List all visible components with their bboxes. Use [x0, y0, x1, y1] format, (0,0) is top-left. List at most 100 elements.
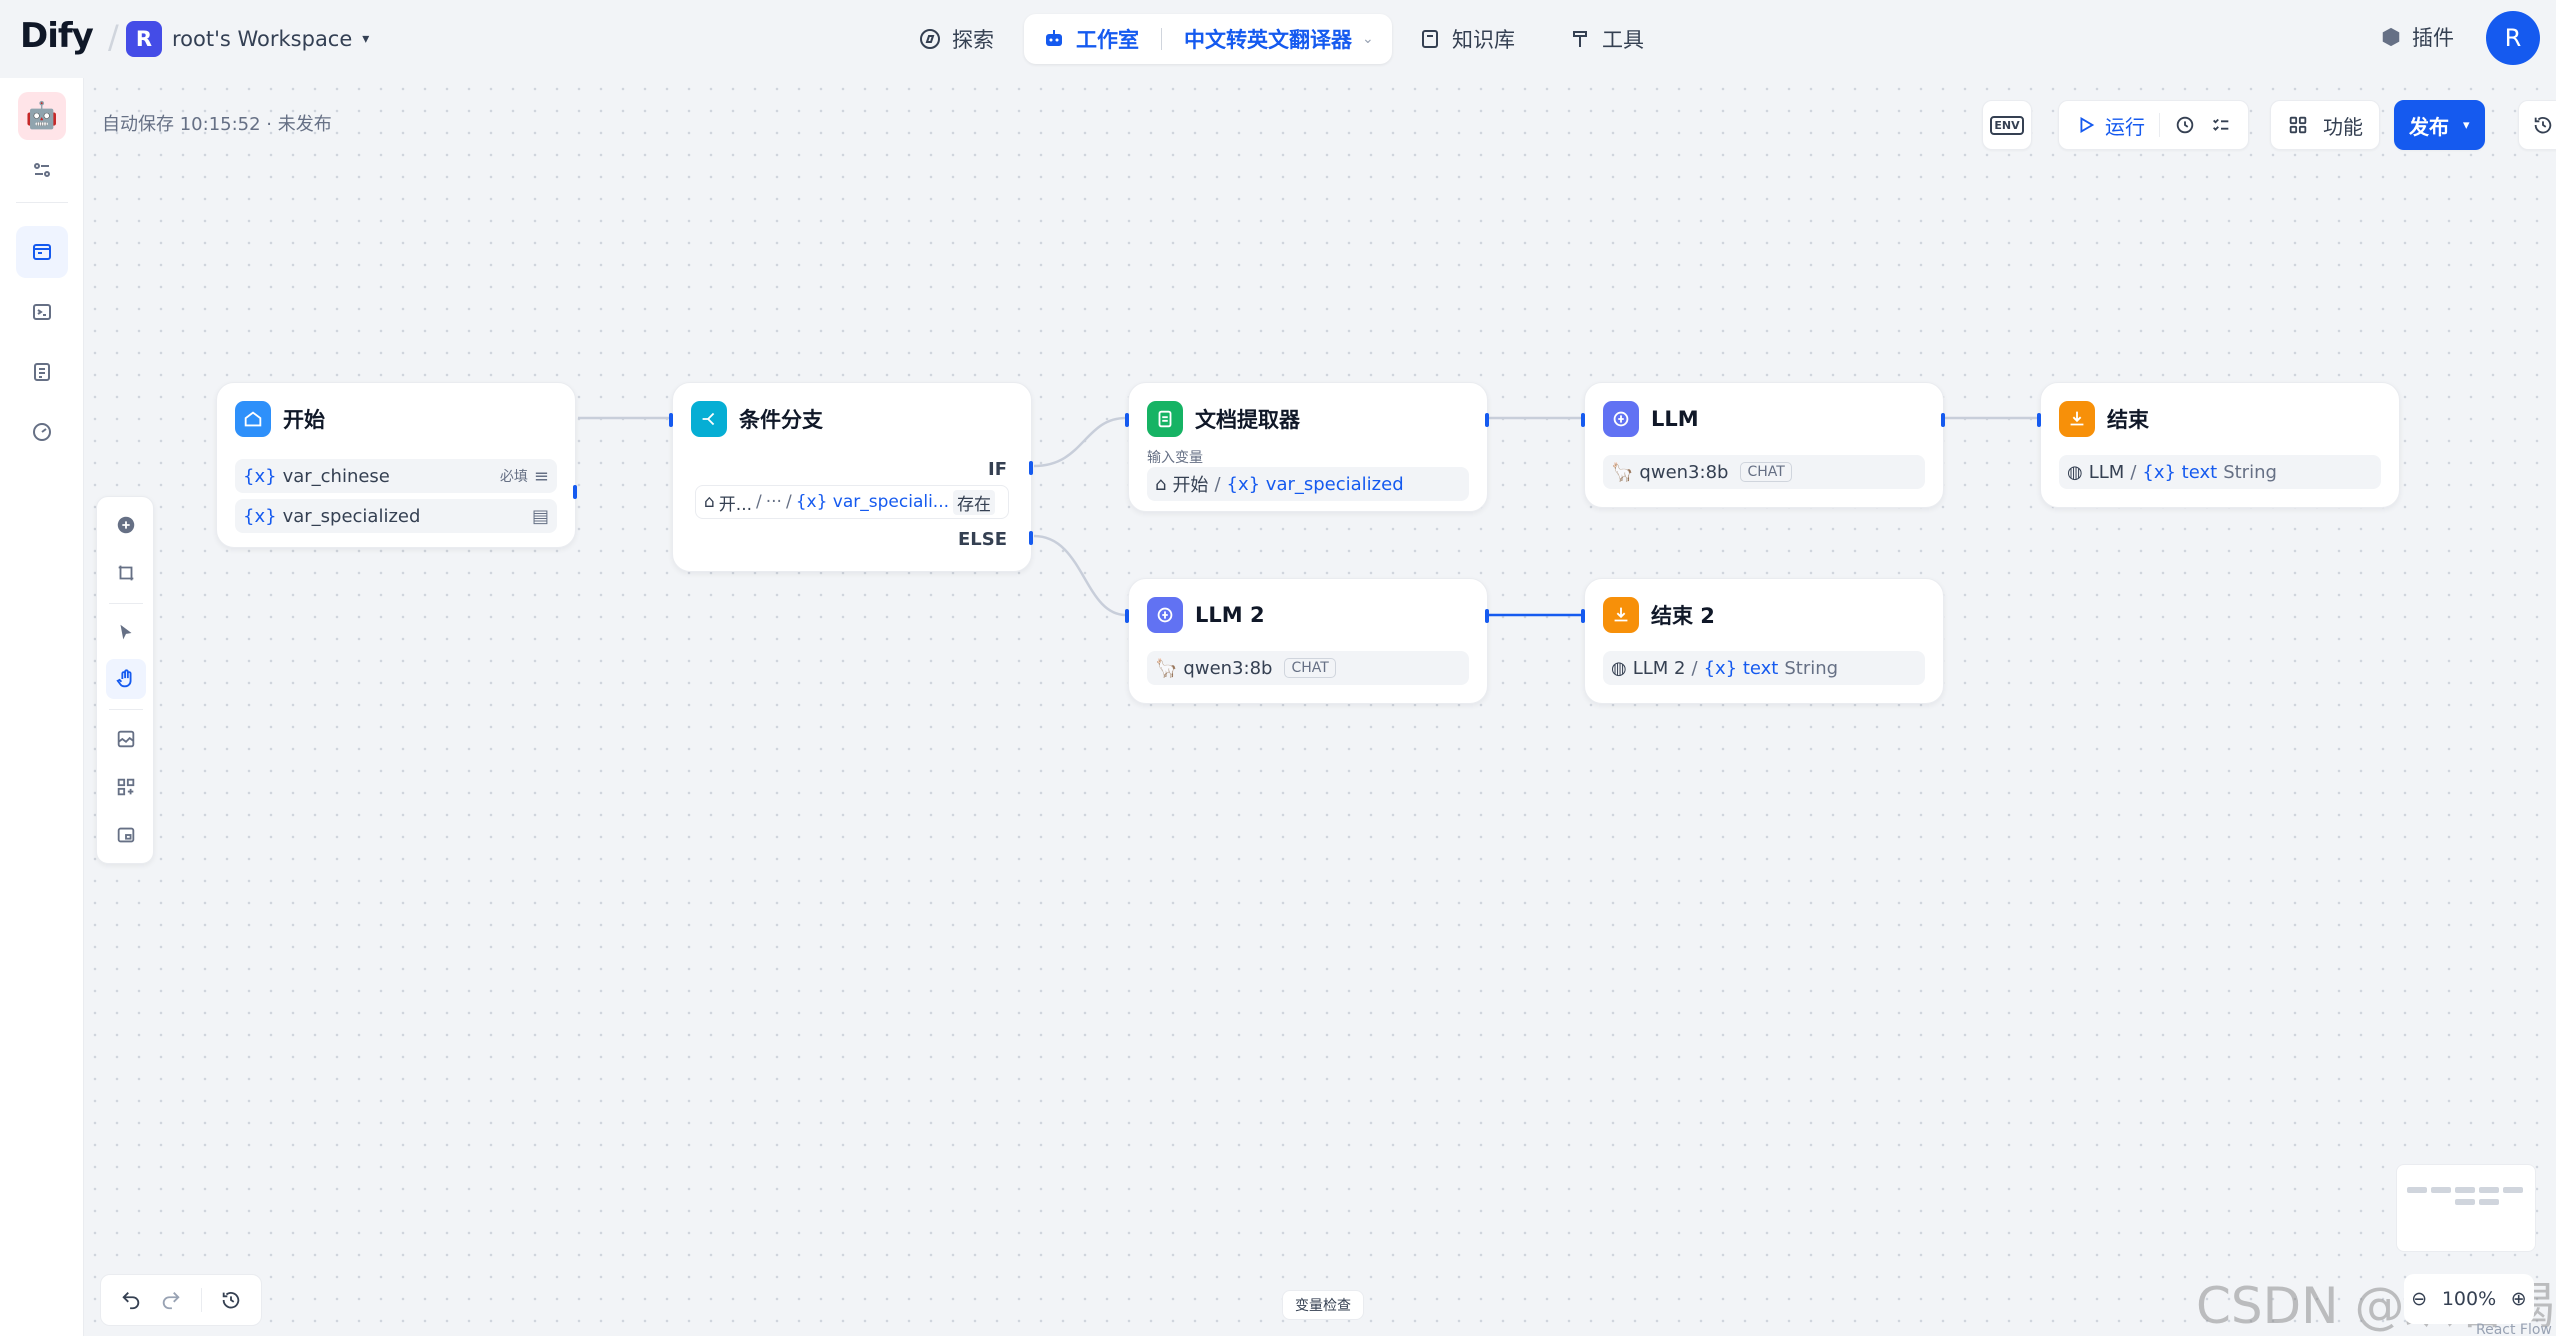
else-output-handle[interactable]	[1029, 531, 1033, 545]
add-note-icon[interactable]	[106, 553, 146, 593]
publish-button[interactable]: 发布 ▾	[2394, 100, 2485, 150]
version-history-button[interactable]	[2518, 100, 2556, 150]
output-var-row[interactable]: ◍ LLM 2 / {x} text String	[1603, 651, 1925, 685]
variable-inspect-button[interactable]: 变量检查	[1282, 1290, 1364, 1320]
node-llm-2[interactable]: LLM 2 🦙 qwen3:8b CHAT	[1125, 578, 1489, 704]
input-handle[interactable]	[669, 413, 673, 427]
workspace-switcher[interactable]: R root's Workspace ▾	[126, 18, 369, 60]
ollama-icon: 🦙	[1155, 657, 1178, 679]
nav-knowledge[interactable]: 知识库	[1406, 16, 1527, 62]
redo-icon[interactable]	[160, 1289, 182, 1311]
node-header: LLM 2	[1147, 597, 1265, 633]
end-flag-icon	[1603, 597, 1639, 633]
model-name: qwen3:8b	[1639, 461, 1729, 483]
history-icon[interactable]	[220, 1289, 242, 1311]
divider	[109, 709, 143, 710]
zoom-out-icon[interactable]: ⊖	[2411, 1288, 2427, 1310]
node-end[interactable]: 结束 ◍ LLM / {x} text String	[2037, 382, 2400, 508]
react-flow-attribution[interactable]: React Flow	[2476, 1322, 2552, 1336]
input-var-row[interactable]: ⌂ 开始 / {x} var_specialized	[1147, 467, 1469, 501]
condition-source: 开...	[718, 494, 753, 515]
export-image-icon[interactable]	[106, 719, 146, 759]
node-llm[interactable]: LLM 🦙 qwen3:8b CHAT	[1581, 382, 1945, 508]
llm-icon: ◍	[2067, 461, 2083, 483]
logs-icon[interactable]	[16, 346, 68, 398]
run-label: 运行	[2105, 114, 2145, 139]
var-name: {x} var_specialized	[1226, 473, 1404, 495]
input-handle[interactable]	[1125, 413, 1129, 427]
node-if-else[interactable]: 条件分支 IF ⌂ 开... / ··· / {x} var_speciali.…	[669, 382, 1033, 572]
input-handle[interactable]	[1125, 609, 1129, 623]
features-label: 功能	[2323, 114, 2363, 139]
history-clock-icon[interactable]	[2174, 114, 2196, 136]
plugins-button[interactable]: 插件	[2380, 22, 2454, 52]
checklist-icon[interactable]	[2210, 114, 2232, 136]
output-handle[interactable]	[1485, 413, 1489, 427]
monitor-gauge-icon[interactable]	[16, 406, 68, 458]
app-sidebar: 🤖	[0, 78, 84, 1336]
node-title: 结束	[2107, 408, 2149, 432]
var-source: LLM 2	[1632, 657, 1686, 679]
output-handle[interactable]	[1485, 609, 1489, 623]
cube-icon	[2382, 27, 2400, 47]
input-handle[interactable]	[1581, 609, 1585, 623]
divider	[16, 202, 68, 203]
document-icon	[1147, 401, 1183, 437]
node-doc-extractor[interactable]: 文档提取器 输入变量 ⌂ 开始 / {x} var_specialized	[1125, 382, 1489, 512]
avatar[interactable]: R	[2486, 11, 2540, 65]
output-handle[interactable]	[573, 485, 577, 499]
app-icon[interactable]: 🤖	[18, 92, 66, 140]
nav-tools[interactable]: 工具	[1556, 16, 1656, 62]
dify-logo[interactable]: Dify	[20, 16, 94, 56]
ollama-icon: 🦙	[1611, 461, 1634, 483]
run-button[interactable]: 运行	[2075, 111, 2145, 140]
edge-else-llm2	[1033, 534, 1127, 617]
app-name-selector[interactable]: 中文转英文翻译器	[1184, 24, 1352, 54]
workspace-badge: R	[126, 21, 162, 57]
zoom-level[interactable]: 100%	[2442, 1288, 2496, 1310]
condition-row[interactable]: ⌂ 开... / ··· / {x} var_speciali... 存在	[695, 485, 1009, 519]
chevron-down-icon: ▾	[2463, 117, 2470, 133]
chevron-down-icon[interactable]: ⌄	[1362, 31, 1374, 47]
model-name: qwen3:8b	[1183, 657, 1273, 679]
organize-blocks-icon[interactable]	[106, 767, 146, 807]
node-title: 条件分支	[739, 408, 823, 432]
if-output-handle[interactable]	[1029, 461, 1033, 475]
node-header: 结束	[2059, 401, 2149, 437]
env-button[interactable]: ENV	[1982, 100, 2032, 150]
undo-icon[interactable]	[120, 1289, 142, 1311]
output-var-row[interactable]: ◍ LLM / {x} text String	[2059, 455, 2381, 489]
llm-icon: ◍	[1611, 657, 1627, 679]
var-name: var_specialized	[282, 505, 421, 527]
hand-icon[interactable]	[106, 659, 146, 699]
node-header: 开始	[235, 401, 325, 437]
start-var-row[interactable]: {x} var_chinese 必填 ≡	[235, 459, 557, 493]
nav-explore[interactable]: 探索	[906, 16, 1006, 62]
workflow-canvas[interactable]: 自动保存 10:15:52 · 未发布 ENV 运行 功能 发布 ▾ 开始 {x…	[84, 78, 2556, 1336]
model-mode-tag: CHAT	[1284, 658, 1336, 678]
model-row[interactable]: 🦙 qwen3:8b CHAT	[1603, 455, 1925, 489]
zoom-in-icon[interactable]: ⊕	[2511, 1288, 2527, 1310]
input-handle[interactable]	[1581, 413, 1585, 427]
add-node-icon[interactable]	[106, 505, 146, 545]
minimap[interactable]	[2396, 1164, 2536, 1252]
node-end-2[interactable]: 结束 2 ◍ LLM 2 / {x} text String	[1581, 578, 1944, 704]
zoom-control: ⊖ 100% ⊕	[2404, 1274, 2534, 1324]
orchestrate-icon[interactable]	[16, 226, 68, 278]
compass-icon	[920, 29, 940, 49]
output-handle[interactable]	[1941, 413, 1945, 427]
start-var-row[interactable]: {x} var_specialized ▤	[235, 499, 557, 533]
plugins-label: 插件	[2412, 26, 2454, 50]
node-title: LLM 2	[1195, 603, 1265, 627]
text-lines-icon: ≡	[533, 465, 549, 487]
features-button[interactable]: 功能	[2270, 100, 2380, 150]
input-handle[interactable]	[2037, 413, 2041, 427]
minimap-toggle-icon[interactable]	[106, 815, 146, 855]
api-terminal-icon[interactable]	[16, 286, 68, 338]
nav-studio[interactable]: 工作室 中文转英文翻译器 ⌄	[1024, 14, 1392, 64]
model-row[interactable]: 🦙 qwen3:8b CHAT	[1147, 651, 1469, 685]
node-start[interactable]: 开始 {x} var_chinese 必填 ≡ {x} var_speciali…	[216, 382, 577, 548]
settings-sliders-icon[interactable]	[16, 144, 68, 196]
pointer-icon[interactable]	[106, 613, 146, 653]
publish-label: 发布	[2409, 114, 2449, 139]
